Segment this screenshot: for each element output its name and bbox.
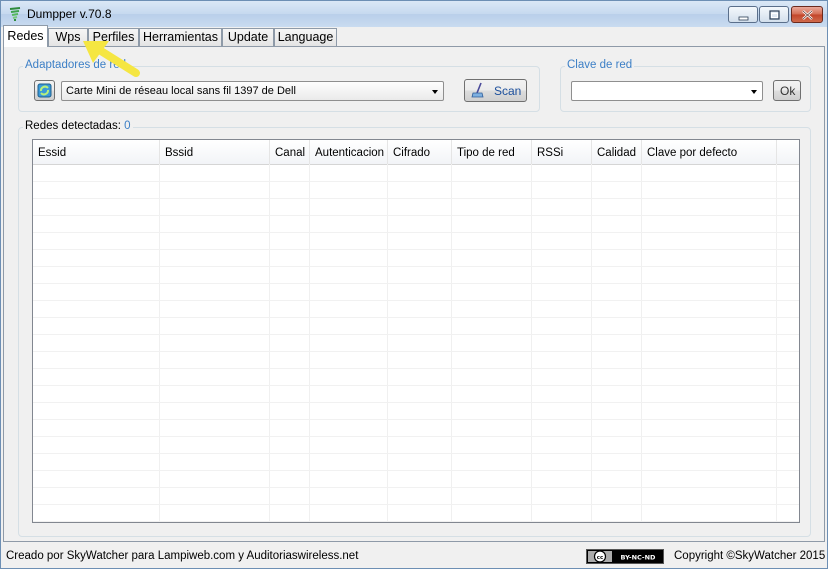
title-bar[interactable]: Dumpper v.70.8 — [1, 1, 827, 27]
column-cifrado[interactable]: Cifrado — [388, 140, 452, 164]
networks-list[interactable]: Essid Bssid Canal Autenticacion Cifrado … — [32, 139, 800, 523]
grid-line — [33, 215, 799, 216]
network-key-legend: Clave de red — [565, 59, 635, 71]
refresh-adapters-button[interactable] — [34, 80, 55, 101]
scan-label: Scan — [494, 84, 522, 98]
grid-line — [33, 487, 799, 488]
annotation-arrow-icon — [83, 41, 140, 77]
tab-redes[interactable]: Redes — [3, 25, 48, 47]
grid-line — [33, 419, 799, 420]
column-calidad[interactable]: Calidad — [592, 140, 642, 164]
cc-license-icon: cc BY-NC-ND — [586, 549, 664, 564]
grid-line — [33, 368, 799, 369]
grid-line — [33, 436, 799, 437]
column-autenticacion[interactable]: Autenticacion — [310, 140, 388, 164]
grid-line — [33, 300, 799, 301]
networks-list-header: Essid Bssid Canal Autenticacion Cifrado … — [33, 140, 799, 165]
chevron-down-icon — [751, 90, 757, 94]
wifi-signal-icon — [9, 7, 21, 21]
maximize-button[interactable] — [759, 6, 789, 23]
grid-line — [33, 521, 799, 522]
copyright-text: Copyright ©SkyWatcher 2015 — [674, 550, 826, 562]
networks-legend: Redes detectadas: 0 — [23, 120, 133, 132]
column-essid[interactable]: Essid — [33, 140, 160, 164]
networks-count: 0 — [124, 120, 131, 132]
chevron-down-icon — [432, 90, 438, 94]
grid-line — [33, 504, 799, 505]
grid-line — [33, 232, 799, 233]
column-clave-por-defecto[interactable]: Clave por defecto — [642, 140, 777, 164]
broom-icon — [471, 82, 484, 98]
networks-label: Redes detectadas: — [25, 120, 121, 132]
minimize-button[interactable] — [728, 6, 758, 23]
minimize-icon — [738, 16, 749, 21]
grid-line — [33, 453, 799, 454]
network-key-select[interactable] — [571, 81, 763, 101]
close-button[interactable] — [791, 6, 823, 23]
tab-herramientas[interactable]: Herramientas — [139, 28, 222, 46]
grid-line — [33, 266, 799, 267]
column-tipo-de-red[interactable]: Tipo de red — [452, 140, 532, 164]
column-canal[interactable]: Canal — [270, 140, 310, 164]
grid-line — [33, 351, 799, 352]
column-bssid[interactable]: Bssid — [160, 140, 270, 164]
grid-line — [33, 470, 799, 471]
grid-line — [33, 317, 799, 318]
restore-icon — [769, 10, 780, 20]
grid-line — [33, 334, 799, 335]
tab-language[interactable]: Language — [274, 28, 337, 46]
grid-line — [33, 198, 799, 199]
window-title: Dumpper v.70.8 — [27, 7, 112, 21]
ok-label: Ok — [780, 84, 796, 98]
grid-line — [33, 249, 799, 250]
grid-line — [33, 181, 799, 182]
app-window: Dumpper v.70.8 Redes Wps Perfiles Herram… — [0, 0, 828, 569]
grid-line — [33, 402, 799, 403]
close-icon — [802, 10, 813, 20]
svg-text:cc: cc — [597, 555, 604, 561]
scan-button[interactable]: Scan — [464, 79, 527, 102]
credits-text: Creado por SkyWatcher para Lampiweb.com … — [6, 550, 359, 562]
column-rssi[interactable]: RSSi — [532, 140, 592, 164]
license-badge-text: BY-NC-ND — [621, 554, 657, 562]
tab-update[interactable]: Update — [222, 28, 274, 46]
grid-line — [33, 385, 799, 386]
grid-line — [33, 283, 799, 284]
column-filler — [777, 140, 799, 164]
refresh-icon — [37, 83, 52, 98]
ok-button[interactable]: Ok — [773, 80, 801, 101]
